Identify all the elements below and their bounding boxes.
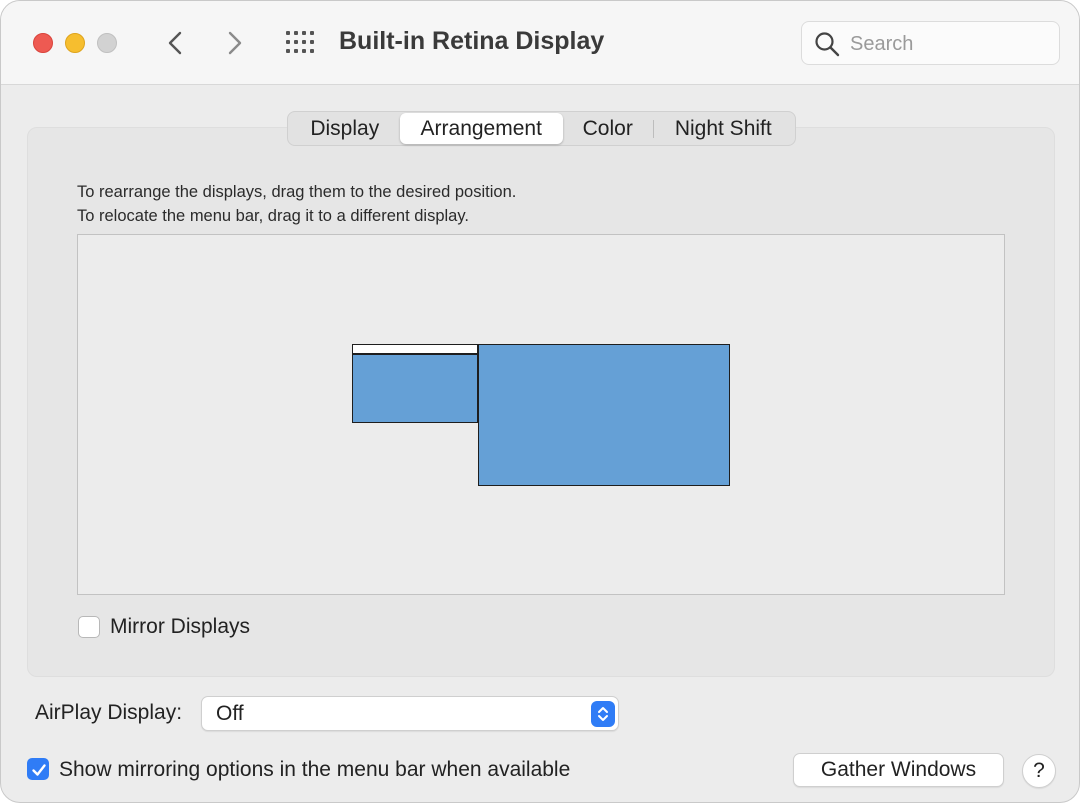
tab-color[interactable]: Color <box>563 113 653 144</box>
chevron-right-icon <box>228 31 242 55</box>
tab-display[interactable]: Display <box>290 113 400 144</box>
menu-bar-indicator[interactable] <box>353 345 477 355</box>
search-field[interactable] <box>801 21 1060 65</box>
zoom-button[interactable] <box>97 33 117 53</box>
instruction-line: To rearrange the displays, drag them to … <box>77 183 517 201</box>
mirror-displays-checkbox[interactable] <box>78 616 100 638</box>
forward-button[interactable] <box>219 28 249 58</box>
select-arrows-icon <box>591 701 615 727</box>
primary-display[interactable] <box>478 344 730 486</box>
arrangement-instructions: To rearrange the displays, drag them to … <box>77 180 516 228</box>
tab-arrangement[interactable]: Arrangement <box>399 113 563 144</box>
gather-windows-button[interactable]: Gather Windows <box>793 753 1004 787</box>
show-all-button[interactable] <box>285 30 317 56</box>
show-mirroring-checkbox[interactable] <box>27 758 49 780</box>
close-button[interactable] <box>33 33 53 53</box>
search-input[interactable] <box>850 30 1050 58</box>
show-mirroring-label: Show mirroring options in the menu bar w… <box>59 758 571 781</box>
airplay-display-value: Off <box>216 702 244 725</box>
tab-night-shift[interactable]: Night Shift <box>654 113 793 144</box>
tab-bar: Display Arrangement Color Night Shift <box>287 111 796 146</box>
secondary-display[interactable] <box>352 344 478 423</box>
title-bar: Built-in Retina Display <box>1 1 1079 85</box>
help-button[interactable]: ? <box>1022 754 1056 788</box>
minimize-button[interactable] <box>65 33 85 53</box>
chevron-left-icon <box>168 31 182 55</box>
instruction-line: To relocate the menu bar, drag it to a d… <box>77 207 469 225</box>
airplay-display-label: AirPlay Display: <box>35 701 183 724</box>
airplay-display-select[interactable]: Off <box>201 696 619 731</box>
search-icon <box>815 32 840 57</box>
checkmark-icon <box>32 764 46 776</box>
grid-icon <box>286 31 314 53</box>
system-preferences-window: Built-in Retina Display Display Arrangem… <box>0 0 1080 803</box>
back-button[interactable] <box>161 28 191 58</box>
mirror-displays-label: Mirror Displays <box>110 615 251 638</box>
window-title: Built-in Retina Display <box>339 27 605 55</box>
display-arrangement-area <box>77 234 1005 595</box>
